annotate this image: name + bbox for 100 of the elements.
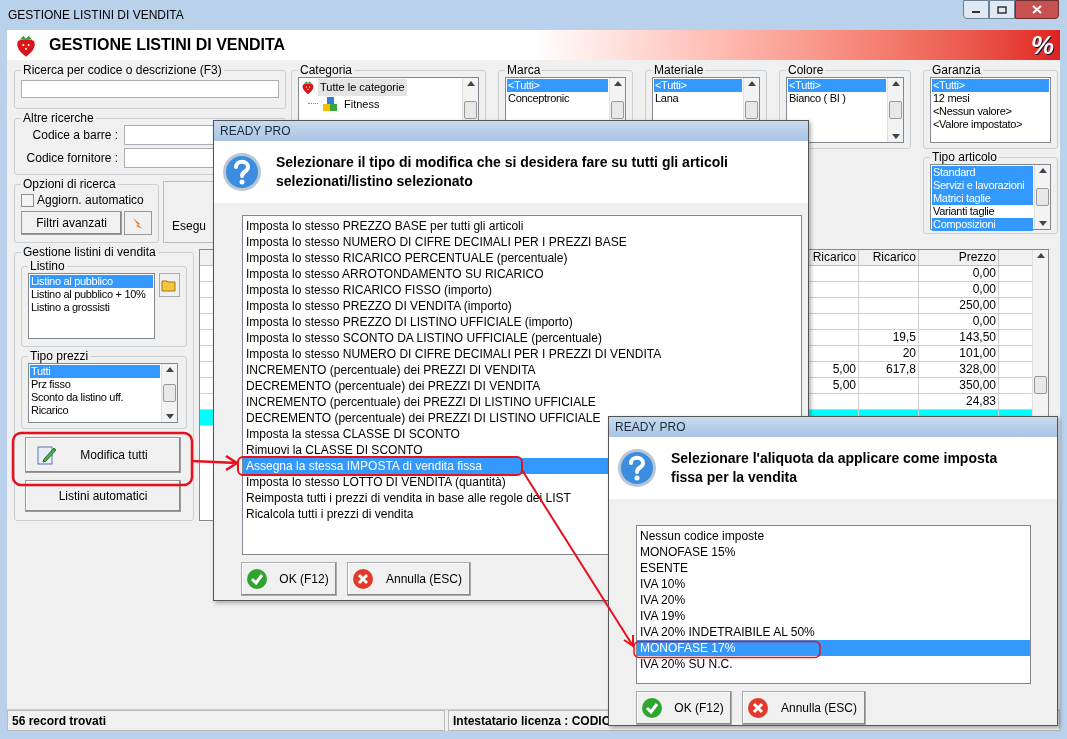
scroll-up-icon[interactable]: [466, 81, 475, 86]
list-item[interactable]: INCREMENTO (percentuale) dei PREZZI DI VENDITA: [243, 362, 801, 378]
list-item[interactable]: IVA 20% SU N.C.: [637, 656, 1030, 673]
search-field[interactable]: [21, 80, 279, 98]
list-item[interactable]: IVA 20%: [637, 592, 1030, 609]
group-label: Gestione listini di vendita: [22, 245, 157, 259]
scroll-up-icon[interactable]: [891, 81, 900, 86]
question-icon: [222, 152, 262, 192]
dialog-button[interactable]: Annulla (ESC): [742, 691, 866, 725]
list-item[interactable]: Imposta lo stesso NUMERO DI CIFRE DECIMALI PER I PREZZI DI VENDITA: [243, 346, 801, 362]
scrollbar[interactable]: [887, 78, 903, 142]
auto-lists-button[interactable]: Listini automatici: [25, 480, 181, 512]
dialog-title: READY PRO: [615, 418, 686, 436]
list-item[interactable]: Sconto da listino uff.: [30, 391, 160, 404]
scroll-thumb[interactable]: [1034, 376, 1047, 394]
table-cell: 250,00: [959, 298, 996, 312]
list-item[interactable]: Varianti taglie: [932, 205, 1033, 218]
pencil-icon: [36, 444, 58, 466]
dialog-button[interactable]: OK (F12): [636, 691, 732, 725]
list-item[interactable]: Imposta lo stesso NUMERO DI CIFRE DECIMALI PER I PREZZI BASE: [243, 234, 801, 250]
scroll-up-icon[interactable]: [1038, 168, 1047, 173]
checkbox[interactable]: [21, 193, 34, 207]
list-item[interactable]: Listino a grossisti: [30, 301, 153, 314]
table-cell: 5,00: [832, 378, 856, 392]
list-item[interactable]: IVA 20% INDETRAIBILE AL 50%: [637, 624, 1030, 641]
scroll-thumb[interactable]: [163, 384, 176, 402]
table-cell: 328,00: [959, 362, 996, 376]
list-item[interactable]: Imposta lo stesso PREZZO DI LISTINO UFFICIALE (importo): [243, 314, 801, 330]
list-item[interactable]: Ricarico: [30, 404, 160, 417]
list-item[interactable]: IVA 19%: [637, 608, 1030, 625]
list-item[interactable]: MONOFASE 15%: [637, 544, 1030, 561]
table-cell: 0,00: [972, 314, 996, 328]
list-item[interactable]: Imposta lo stesso SCONTO DA LISTINO UFFICIALE (percentuale): [243, 330, 801, 346]
group-label: Tipo prezzi: [29, 349, 90, 363]
scroll-down-icon[interactable]: [1038, 221, 1047, 226]
logo: %: [1030, 31, 1054, 59]
scroll-down-icon[interactable]: [891, 134, 900, 139]
field-label: Codice a barre :: [31, 127, 118, 144]
scroll-thumb[interactable]: [464, 101, 477, 119]
list-item[interactable]: <Nessun valore>: [932, 105, 1049, 118]
dialog-title: READY PRO: [220, 123, 291, 140]
list-item[interactable]: Lana: [654, 92, 742, 105]
filters-button[interactable]: Filtri avanzati: [21, 211, 123, 235]
scroll-thumb[interactable]: [745, 101, 758, 119]
dialog-message: Selezionare il tipo di modifica che si desidera fare su tutti gli articoli selezionati/listino selezionato: [276, 153, 729, 191]
table-cell: 5,00: [832, 362, 856, 376]
annotation-arrow: [190, 454, 240, 472]
edit-all-button[interactable]: Modifica tutti: [25, 437, 181, 473]
scroll-up-icon[interactable]: [747, 81, 756, 86]
tree-item[interactable]: Fitness: [342, 95, 382, 112]
group-label: Garanzia: [931, 63, 982, 77]
table-cell: 20: [902, 346, 916, 360]
list-item[interactable]: <Valore impostato>: [932, 118, 1049, 131]
group-label: Altre ricerche: [22, 111, 95, 125]
window-title: GESTIONE LISTINI DI VENDITA: [8, 7, 184, 24]
dialog-button[interactable]: OK (F12): [241, 562, 337, 596]
list-item[interactable]: Imposta lo stesso ARROTONDAMENTO SU RICARICO: [243, 266, 801, 282]
dialog-button[interactable]: Annulla (ESC): [347, 562, 471, 596]
scroll-up-icon[interactable]: [165, 367, 174, 372]
group-label: Marca: [506, 63, 542, 77]
minimize-button[interactable]: [963, 0, 989, 19]
list-item[interactable]: DECREMENTO (percentuale) dei PREZZI DI VENDITA: [243, 378, 801, 394]
list-item[interactable]: INCREMENTO (percentuale) dei PREZZI DI LISTINO UFFICIALE: [243, 394, 801, 410]
list-item[interactable]: ESENTE: [637, 560, 1030, 577]
scroll-down-icon[interactable]: [165, 414, 174, 419]
close-icon: [747, 697, 769, 719]
list-item[interactable]: Listino al pubblico + 10%: [30, 288, 153, 301]
list-item[interactable]: Nessun codice imposte: [637, 528, 1030, 545]
table-cell: 617,8: [885, 362, 916, 376]
table-cell: 350,00: [959, 378, 996, 392]
scrollbar[interactable]: [1034, 165, 1050, 229]
list-item[interactable]: Bianco ( BI ): [788, 92, 886, 105]
table-cell: 0,00: [972, 282, 996, 296]
list-item[interactable]: 12 mesi: [932, 92, 1049, 105]
group-label: Opzioni di ricerca: [22, 177, 117, 191]
group-label: Categoria: [299, 63, 354, 77]
scroll-up-icon[interactable]: [1036, 253, 1045, 258]
list-item[interactable]: Imposta lo stesso PREZZO BASE per tutti gli articoli: [243, 218, 801, 234]
field-label: Codice fornitore :: [25, 150, 118, 167]
check-icon: [246, 568, 268, 590]
list-item[interactable]: Imposta lo stesso RICARICO PERCENTUALE (percentuale): [243, 250, 801, 266]
group-label: Colore: [787, 63, 825, 77]
list-item[interactable]: Imposta lo stesso PREZZO DI VENDITA (importo): [243, 298, 801, 314]
maximize-button[interactable]: [989, 0, 1015, 19]
tree-item[interactable]: Tutte le categorie: [318, 79, 407, 96]
table-cell: 19,5: [892, 330, 916, 344]
list-item[interactable]: Prz fisso: [30, 378, 160, 391]
header-title: GESTIONE LISTINI DI VENDITA: [49, 35, 286, 55]
list-item[interactable]: IVA 10%: [637, 576, 1030, 593]
list-item[interactable]: Imposta lo stesso RICARICO FISSO (importo): [243, 282, 801, 298]
scroll-thumb[interactable]: [1036, 188, 1049, 206]
list-item[interactable]: Conceptronic: [507, 92, 608, 105]
strawberry-icon: [300, 79, 316, 96]
scroll-thumb[interactable]: [611, 101, 624, 119]
table-cell: 143,50: [959, 330, 996, 344]
scroll-up-icon[interactable]: [613, 81, 622, 86]
close-button[interactable]: [1015, 0, 1059, 19]
scrollbar[interactable]: [161, 364, 177, 422]
status-text: Intestatario licenza : CODIC: [453, 712, 611, 730]
scroll-thumb[interactable]: [889, 101, 902, 119]
